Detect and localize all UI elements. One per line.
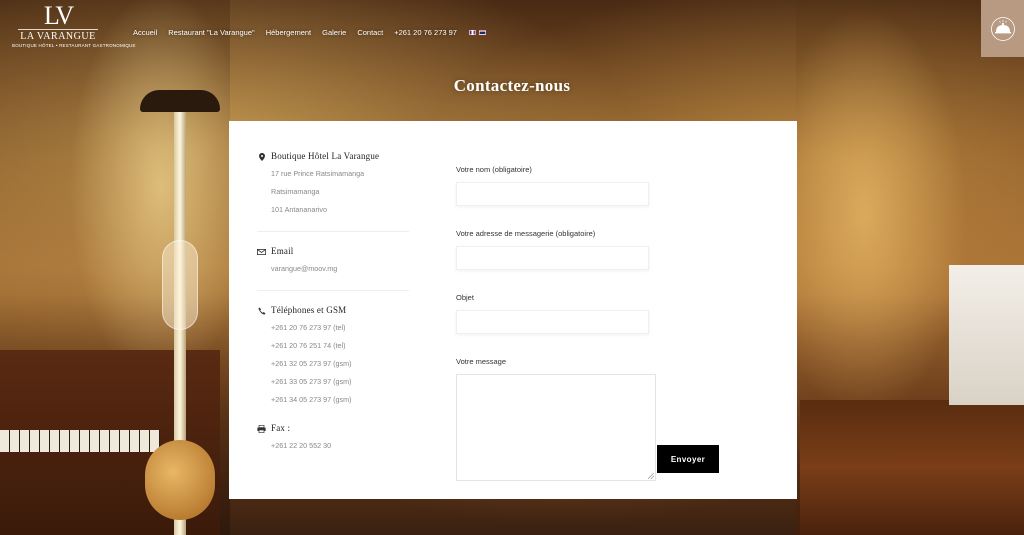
send-button[interactable]: Envoyer	[657, 445, 719, 473]
email-title: Email	[271, 246, 294, 256]
language-switcher	[468, 29, 486, 35]
envelope-icon	[257, 247, 266, 256]
printer-icon	[257, 424, 266, 433]
divider	[257, 231, 409, 232]
fr-flag-icon[interactable]	[468, 29, 476, 35]
nav-hebergement[interactable]: Hébergement	[266, 28, 311, 37]
map-pin-icon	[257, 152, 266, 161]
background-table	[949, 265, 1024, 405]
phone-line[interactable]: +261 20 76 273 97 (tel)	[271, 319, 409, 337]
message-textarea[interactable]	[456, 374, 656, 481]
phone-line[interactable]: +261 20 76 251 74 (tel)	[271, 337, 409, 355]
background-oil-lamp	[140, 90, 220, 535]
name-label: Votre nom (obligatoire)	[456, 165, 532, 174]
phones-title: Téléphones et GSM	[271, 305, 347, 315]
main-nav: Accueil Restaurant "La Varangue" Héberge…	[133, 26, 486, 38]
background-floor	[800, 400, 1024, 535]
nav-galerie[interactable]: Galerie	[322, 28, 346, 37]
divider	[257, 290, 409, 291]
contact-info: Boutique Hôtel La Varangue 17 rue Prince…	[257, 151, 409, 455]
logo-tagline: BOUTIQUE HÔTEL • RESTAURANT GASTRONOMIQU…	[12, 43, 136, 48]
email-input[interactable]	[456, 246, 649, 270]
phone-icon	[257, 306, 266, 315]
address-line: 101 Antananarivo	[271, 205, 327, 214]
fax-value: +261 22 20 552 30	[271, 441, 332, 450]
fax-title: Fax :	[271, 423, 291, 433]
page-title: Contactez-nous	[453, 76, 571, 95]
email-block: Email varangue@moov.mg	[257, 246, 409, 278]
subject-label: Objet	[456, 293, 474, 302]
background-piano-keys	[0, 430, 160, 452]
restaurant-cloche-button[interactable]	[981, 0, 1024, 57]
email-label: Votre adresse de messagerie (obligatoire…	[456, 229, 596, 238]
name-input[interactable]	[456, 182, 649, 206]
nav-restaurant[interactable]: Restaurant "La Varangue"	[168, 28, 255, 37]
logo-name: LA VARANGUE	[20, 31, 96, 42]
address-title: Boutique Hôtel La Varangue	[271, 151, 380, 161]
fax-block: Fax : +261 22 20 552 30	[257, 423, 409, 455]
phone-line[interactable]: +261 33 05 273 97 (gsm)	[271, 373, 409, 391]
cloche-icon	[990, 16, 1015, 41]
resize-grip-icon[interactable]	[648, 473, 654, 479]
nav-phone[interactable]: +261 20 76 273 97	[394, 28, 457, 37]
address-line: 17 rue Prince Ratsimamanga	[271, 169, 365, 178]
contact-form: Votre nom (obligatoire) Votre adresse de…	[456, 165, 656, 481]
logo-mark: LV	[43, 1, 74, 30]
subject-input[interactable]	[456, 310, 649, 334]
message-label: Votre message	[456, 357, 507, 366]
email-value[interactable]: varangue@moov.mg	[271, 260, 409, 278]
address-line: Ratsimamanga	[271, 187, 320, 196]
phones-block: Téléphones et GSM +261 20 76 273 97 (tel…	[257, 305, 409, 409]
phone-line[interactable]: +261 32 05 273 97 (gsm)	[271, 355, 409, 373]
nav-contact[interactable]: Contact	[357, 28, 383, 37]
contact-card: Boutique Hôtel La Varangue 17 rue Prince…	[229, 121, 797, 499]
address-block: Boutique Hôtel La Varangue 17 rue Prince…	[257, 151, 409, 219]
phone-line[interactable]: +261 34 05 273 97 (gsm)	[271, 391, 409, 409]
en-flag-icon[interactable]	[478, 29, 486, 35]
site-logo[interactable]: LV LA VARANGUE BOUTIQUE HÔTEL • RESTAURA…	[12, 1, 136, 52]
nav-accueil[interactable]: Accueil	[133, 28, 157, 37]
